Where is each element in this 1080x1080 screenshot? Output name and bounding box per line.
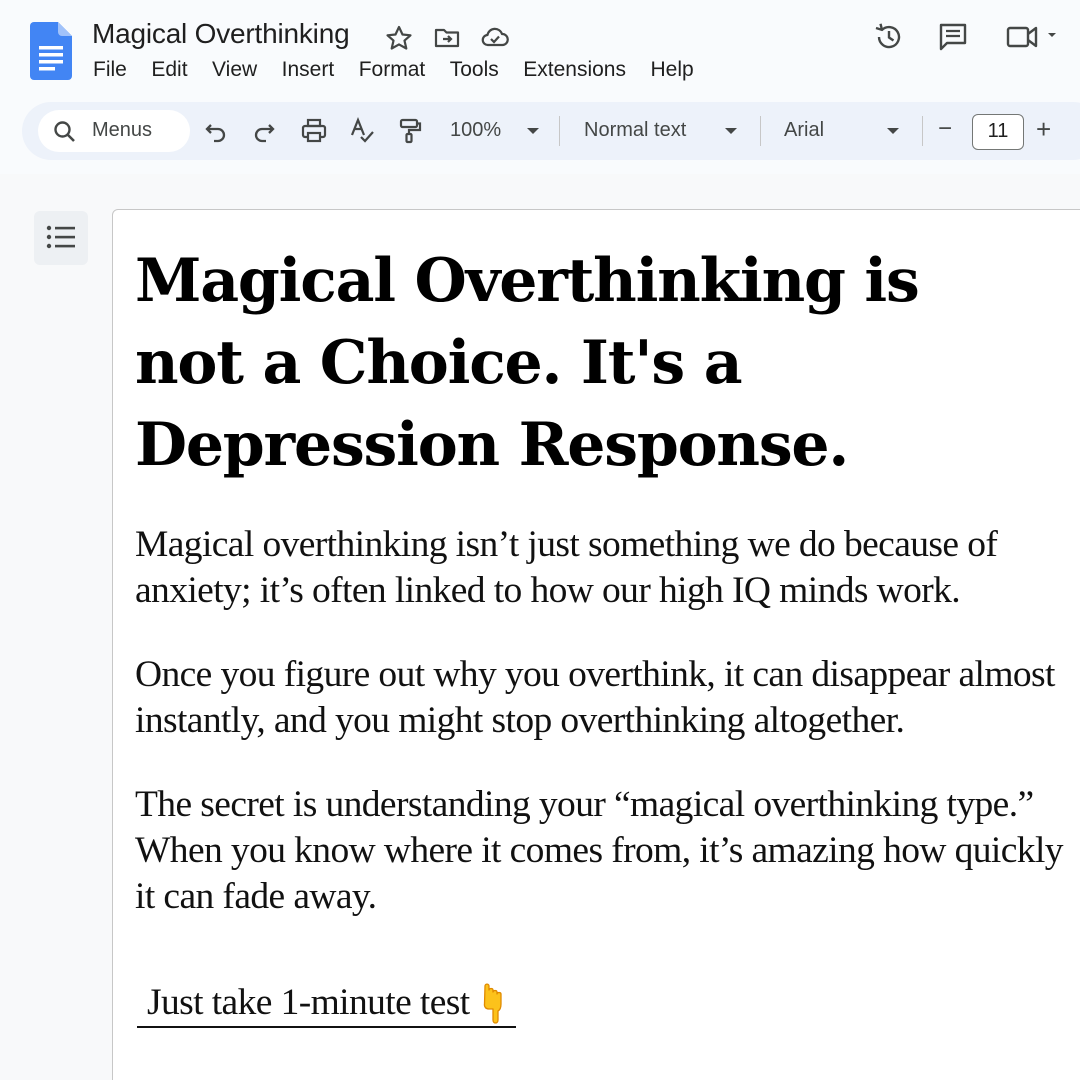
paragraph-2: Once you figure out why you overthink, i… xyxy=(135,654,1055,741)
meet-video-icon[interactable] xyxy=(1004,22,1062,52)
zoom-caret-icon[interactable] xyxy=(527,128,539,134)
font-select[interactable]: Arial xyxy=(784,119,824,142)
document-heading: Magical Overthinking is not a Choice. It… xyxy=(135,246,920,480)
pointing-down-hand-icon xyxy=(483,983,502,1024)
undo-icon[interactable] xyxy=(202,117,230,145)
menu-tools[interactable]: Tools xyxy=(450,58,499,82)
menu-edit[interactable]: Edit xyxy=(151,58,187,82)
move-to-folder-icon[interactable] xyxy=(432,24,462,52)
star-icon[interactable] xyxy=(384,24,414,52)
title-bar: Magical Overthinking File Edit View Inse… xyxy=(0,0,1080,100)
redo-icon[interactable] xyxy=(250,117,278,145)
paint-format-icon[interactable] xyxy=(396,117,424,145)
test-link-text: Just take 1-minute test xyxy=(147,982,470,1023)
list-icon xyxy=(46,225,75,249)
zoom-select[interactable]: 100% xyxy=(450,119,501,142)
increase-font-size-button[interactable]: + xyxy=(1036,114,1051,145)
version-history-icon[interactable] xyxy=(872,20,906,54)
menu-file[interactable]: File xyxy=(93,58,127,82)
paragraph-3: The secret is understanding your “magica… xyxy=(135,784,1064,917)
search-menus-label: Menus xyxy=(92,119,153,141)
menu-format[interactable]: Format xyxy=(359,58,426,82)
paragraph-1: Magical overthinking isn’t just somethin… xyxy=(135,524,998,611)
toolbar-divider xyxy=(760,116,761,146)
print-icon[interactable] xyxy=(300,117,328,145)
cloud-saved-icon[interactable] xyxy=(480,24,510,52)
menu-extensions[interactable]: Extensions xyxy=(523,58,626,82)
docs-window: Magical Overthinking File Edit View Inse… xyxy=(0,0,1080,1080)
toolbar-divider xyxy=(559,116,560,146)
document-page[interactable]: Magical Overthinking is not a Choice. It… xyxy=(112,209,1080,1080)
google-docs-logo-icon[interactable] xyxy=(30,22,72,80)
decrease-font-size-button[interactable]: − xyxy=(938,115,952,143)
menu-bar: File Edit View Insert Format Tools Exten… xyxy=(93,58,718,82)
search-icon xyxy=(54,121,75,142)
document-title[interactable]: Magical Overthinking xyxy=(92,18,350,50)
style-caret-icon[interactable] xyxy=(725,128,737,134)
paragraph-style-select[interactable]: Normal text xyxy=(584,119,686,142)
document-outline-button[interactable] xyxy=(34,211,88,265)
spellcheck-icon[interactable] xyxy=(348,117,376,145)
menu-view[interactable]: View xyxy=(212,58,257,82)
menu-insert[interactable]: Insert xyxy=(282,58,335,82)
search-menus-input[interactable]: Menus xyxy=(38,110,190,152)
font-size-input[interactable]: 11 xyxy=(972,114,1024,150)
toolbar-divider xyxy=(922,116,923,146)
font-caret-icon[interactable] xyxy=(887,128,899,134)
comments-icon[interactable] xyxy=(936,20,970,54)
toolbar: Menus 100% Normal text Arial − 11 + xyxy=(22,102,1080,160)
test-link[interactable]: Just take 1-minute test xyxy=(137,978,516,1028)
menu-help[interactable]: Help xyxy=(650,58,693,82)
